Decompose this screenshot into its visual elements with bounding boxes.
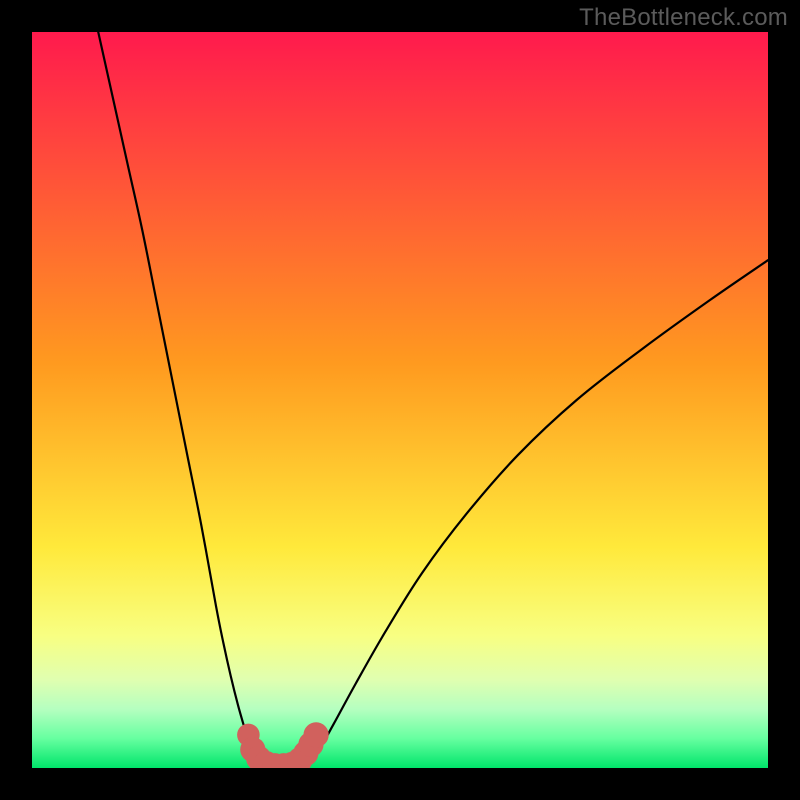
chart-frame: TheBottleneck.com xyxy=(0,0,800,800)
plot-area xyxy=(32,32,768,768)
valley-marker xyxy=(303,722,328,747)
watermark-text: TheBottleneck.com xyxy=(579,4,788,32)
chart-svg xyxy=(32,32,768,768)
gradient-background xyxy=(32,32,768,768)
